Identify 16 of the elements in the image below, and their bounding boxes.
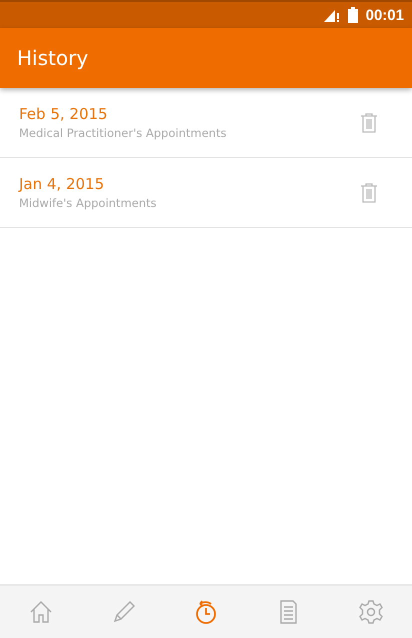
- entry-subtitle: Midwife's Appointments: [19, 196, 158, 210]
- history-row[interactable]: Jan 4, 2015 Midwife's Appointments: [0, 158, 412, 228]
- nav-button[interactable]: [358, 599, 384, 625]
- entry-date: Jan 4, 2015: [19, 175, 106, 193]
- entry-date: Feb 5, 2015: [19, 105, 109, 123]
- battery-icon: [348, 7, 358, 23]
- delete-button[interactable]: [360, 182, 378, 202]
- trash-icon: [360, 182, 378, 202]
- page-title: History: [17, 46, 88, 70]
- entry-subtitle: Medical Practitioner's Appointments: [19, 126, 228, 140]
- signal-icon: [324, 8, 340, 22]
- trash-icon: [360, 112, 378, 132]
- status-time: 00:01: [366, 6, 404, 24]
- delete-button[interactable]: [360, 112, 378, 132]
- history-row[interactable]: Feb 5, 2015 Medical Practitioner's Appointments: [0, 88, 412, 158]
- settings-icon: [358, 599, 384, 625]
